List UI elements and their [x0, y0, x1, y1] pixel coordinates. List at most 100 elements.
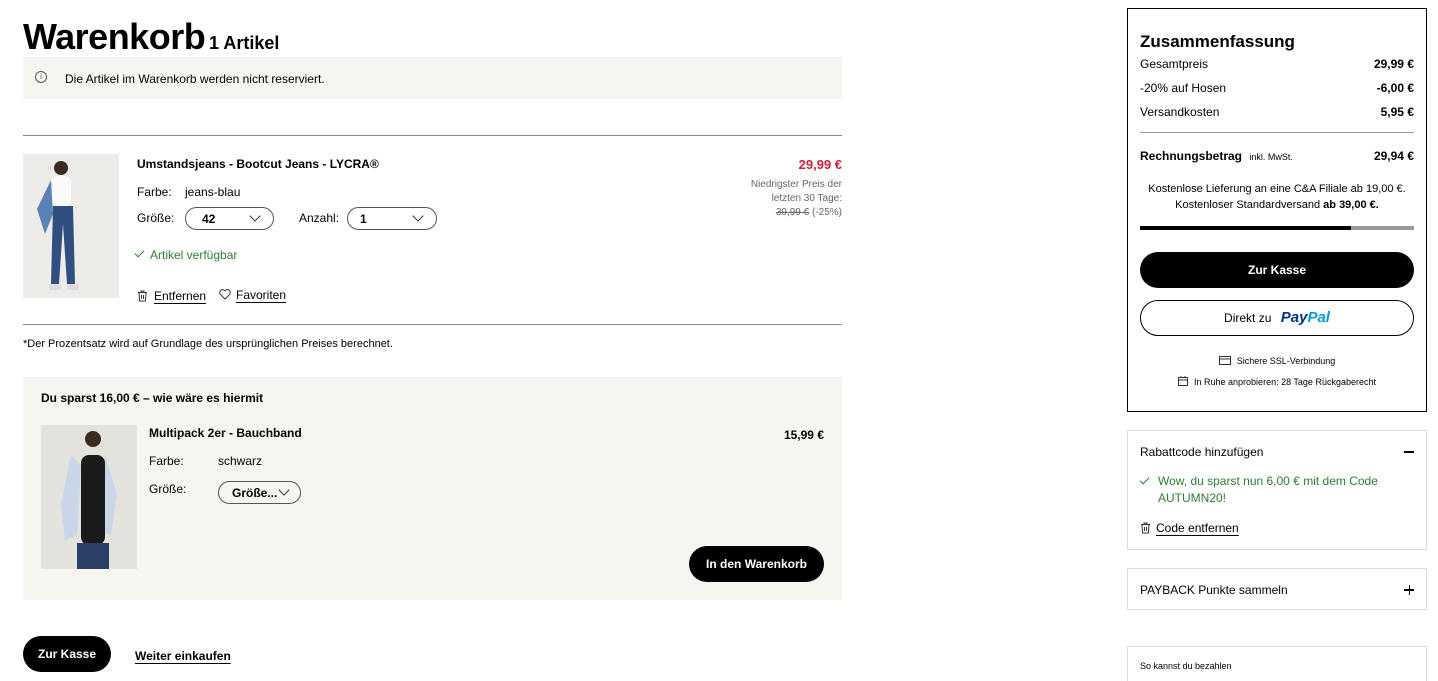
divider [23, 135, 842, 136]
add-to-cart-button[interactable]: In den Warenkorb [689, 546, 824, 582]
summary-row-label: -20% auf Hosen [1140, 81, 1227, 95]
heart-icon [219, 289, 231, 300]
remove-label: Entfernen [154, 289, 207, 303]
footnote: *Der Prozentsatz wird auf Grundlage des … [23, 338, 393, 350]
coupon-section: Rabattcode hinzufügen Wow, du sparst nun… [1127, 430, 1427, 550]
payback-title: PAYBACK Punkte sammeln [1140, 583, 1288, 597]
product-price: 29,99 € [798, 157, 842, 172]
info-icon: i [35, 71, 47, 83]
summary-row-value: 5,95 € [1380, 105, 1414, 119]
favorite-label: Favoriten [236, 288, 287, 302]
summary-row-label: Gesamtpreis [1140, 57, 1209, 71]
paypal-logo-pal: Pal [1307, 309, 1330, 326]
order-summary: Zusammenfassung Gesamtpreis 29,99 € -20%… [1127, 8, 1427, 412]
color-value: jeans-blau [185, 185, 241, 199]
divider [1140, 132, 1414, 133]
plus-icon-vertical [1408, 585, 1410, 595]
trash-icon [1141, 522, 1150, 534]
discount-percent: (-25%) [811, 207, 842, 218]
old-price: 39,99 € [775, 207, 810, 218]
summary-row-value: -6,00 € [1376, 81, 1414, 95]
trash-icon [138, 290, 147, 302]
old-price-line: 39,99 € (-25%) [751, 206, 842, 220]
quantity-select-value: 1 [360, 212, 367, 226]
favorite-button[interactable]: Favoriten [219, 288, 286, 302]
availability-text: Artikel verfügbar [150, 248, 238, 262]
cart-item-count: 1 Artikel [209, 33, 280, 53]
page-title: Warenkorb [23, 16, 206, 57]
summary-row-discount: -20% auf Hosen -6,00 € [1140, 81, 1414, 95]
availability-status: Artikel verfügbar [134, 247, 238, 262]
quantity-label: Anzahl: [299, 211, 340, 225]
upsell-product-name[interactable]: Multipack 2er - Bauchband [149, 426, 302, 440]
lowest-price-line2: letzten 30 Tage: [771, 193, 842, 204]
summary-title: Zusammenfassung [1140, 32, 1295, 51]
payment-methods-section: So kannst du bezahlen [1127, 646, 1427, 681]
remove-button[interactable]: Entfernen [137, 288, 206, 303]
quantity-select[interactable]: 1 [347, 207, 437, 230]
free-shipping-info: Kostenlose Lieferung an eine C&A Filiale… [1128, 181, 1426, 213]
size-select-value: 42 [202, 212, 216, 226]
upsell-size-value: Größe... [232, 486, 278, 500]
chevron-down-icon [249, 210, 261, 222]
size-label: Größe: [137, 211, 175, 225]
summary-row-label: Versandkosten [1140, 105, 1220, 119]
total-tax-note: inkl. MwSt. [1249, 152, 1293, 162]
upsell-size-label: Größe: [149, 482, 187, 496]
summary-total: Rechnungsbetrag inkl. MwSt. 29,94 € [1140, 149, 1414, 163]
paypal-button[interactable]: Direkt zu PayPal [1140, 300, 1414, 336]
free-shipping-threshold: ab 39,00 €. [1323, 199, 1379, 211]
free-shipping-line1: Kostenlose Lieferung an eine C&A Filiale… [1148, 183, 1406, 195]
reservation-notice: i Die Artikel im Warenkorb werden nicht … [23, 57, 842, 99]
ssl-info: Sichere SSL-Verbindung [1128, 355, 1426, 366]
payment-methods-title: So kannst du bezahlen [1140, 661, 1232, 671]
lowest-price-line1: Niedrigster Preis der [750, 179, 842, 190]
continue-shopping-link[interactable]: Weiter einkaufen [135, 649, 231, 663]
chevron-down-icon [412, 210, 424, 222]
check-icon [134, 247, 145, 258]
credit-card-icon [1218, 356, 1231, 365]
chevron-down-icon [278, 484, 290, 496]
coupon-success-line1: Wow, du sparst nun 6,00 € mit dem Code [1158, 474, 1378, 488]
upsell-color-value: schwarz [218, 454, 263, 468]
upsell-heading: Du sparst 16,00 € – wie wäre es hiermit [41, 391, 264, 405]
shipping-progress-fill [1140, 226, 1351, 230]
payback-section[interactable]: PAYBACK Punkte sammeln [1127, 568, 1427, 610]
paypal-prefix: Direkt zu [1224, 311, 1272, 325]
size-select[interactable]: 42 [185, 207, 274, 230]
summary-row-value: 29,99 € [1373, 57, 1414, 71]
free-shipping-prefix: Kostenloser Standardversand [1175, 199, 1321, 211]
coupon-success: Wow, du sparst nun 6,00 € mit dem Code A… [1139, 473, 1378, 507]
summary-row-subtotal: Gesamtpreis 29,99 € [1140, 57, 1414, 71]
minus-icon[interactable] [1404, 451, 1414, 453]
checkout-button-bottom[interactable]: Zur Kasse [23, 636, 111, 672]
checkout-button[interactable]: Zur Kasse [1140, 252, 1414, 288]
free-shipping-line2: Kostenloser Standardversand ab 39,00 €. [1128, 197, 1426, 213]
returns-info: In Ruhe anprobieren: 28 Tage Rückgaberec… [1128, 375, 1426, 387]
product-name[interactable]: Umstandsjeans - Bootcut Jeans - LYCRA® [137, 157, 379, 171]
coupon-title[interactable]: Rabattcode hinzufügen [1140, 445, 1263, 459]
upsell-product-image[interactable] [41, 425, 137, 569]
coupon-success-line2: AUTUMN20! [1158, 491, 1227, 505]
total-value: 29,94 € [1373, 149, 1414, 163]
ssl-text: Sichere SSL-Verbindung [1236, 356, 1336, 366]
lowest-price-info: Niedrigster Preis der letzten 30 Tage: 3… [751, 178, 842, 220]
product-image[interactable] [23, 154, 119, 298]
upsell-price: 15,99 € [783, 428, 824, 442]
shipping-progress-bar [1140, 226, 1414, 230]
upsell-box: Du sparst 16,00 € – wie wäre es hiermit … [23, 377, 842, 600]
upsell-size-select[interactable]: Größe... [218, 481, 301, 504]
returns-text: In Ruhe anprobieren: 28 Tage Rückgaberec… [1194, 377, 1376, 387]
total-label: Rechnungsbetrag [1140, 149, 1243, 163]
check-icon [1139, 474, 1150, 485]
paypal-logo-pay: Pay [1280, 309, 1308, 326]
summary-row-shipping: Versandkosten 5,95 € [1140, 105, 1414, 119]
paypal-logo: PayPal [1281, 309, 1330, 326]
remove-code-label: Code entfernen [1156, 521, 1239, 535]
divider [23, 324, 842, 325]
reservation-notice-text: Die Artikel im Warenkorb werden nicht re… [65, 72, 325, 86]
remove-code-button[interactable]: Code entfernen [1140, 520, 1239, 535]
upsell-color-label: Farbe: [149, 454, 184, 468]
calendar-icon [1178, 376, 1189, 386]
color-label: Farbe: [137, 185, 172, 199]
